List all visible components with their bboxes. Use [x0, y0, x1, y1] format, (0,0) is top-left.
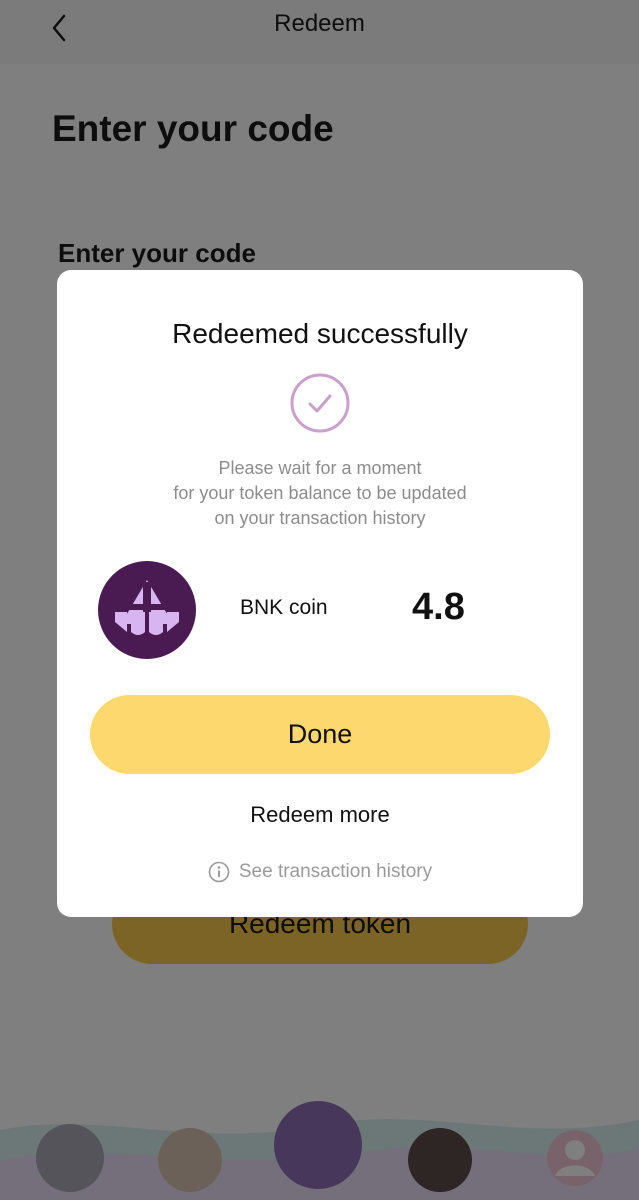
- check-circle-icon: [290, 373, 350, 433]
- dialog-title: Redeemed successfully: [172, 318, 468, 349]
- message-line: for your token balance to be updated: [173, 483, 467, 503]
- message-line: Please wait for a moment: [218, 458, 422, 478]
- bnk-coin-logo: [98, 561, 196, 659]
- redeem-success-dialog: Redeemed successfully Please wait for a …: [57, 270, 583, 917]
- redeem-more-link[interactable]: Redeem more: [57, 802, 583, 828]
- done-button[interactable]: Done: [90, 695, 550, 774]
- see-transaction-history-link[interactable]: See transaction history: [57, 861, 583, 883]
- history-link-label: See transaction history: [238, 861, 433, 882]
- redeem-screen: Redeem Enter your code Enter your code R…: [0, 0, 639, 1200]
- coin-name: BNK coin: [240, 596, 328, 619]
- coin-amount: 4.8: [412, 586, 465, 628]
- message-line: on your transaction history: [214, 508, 426, 528]
- info-icon: [208, 861, 230, 883]
- dialog-message: Please wait for a moment for your token …: [97, 456, 543, 531]
